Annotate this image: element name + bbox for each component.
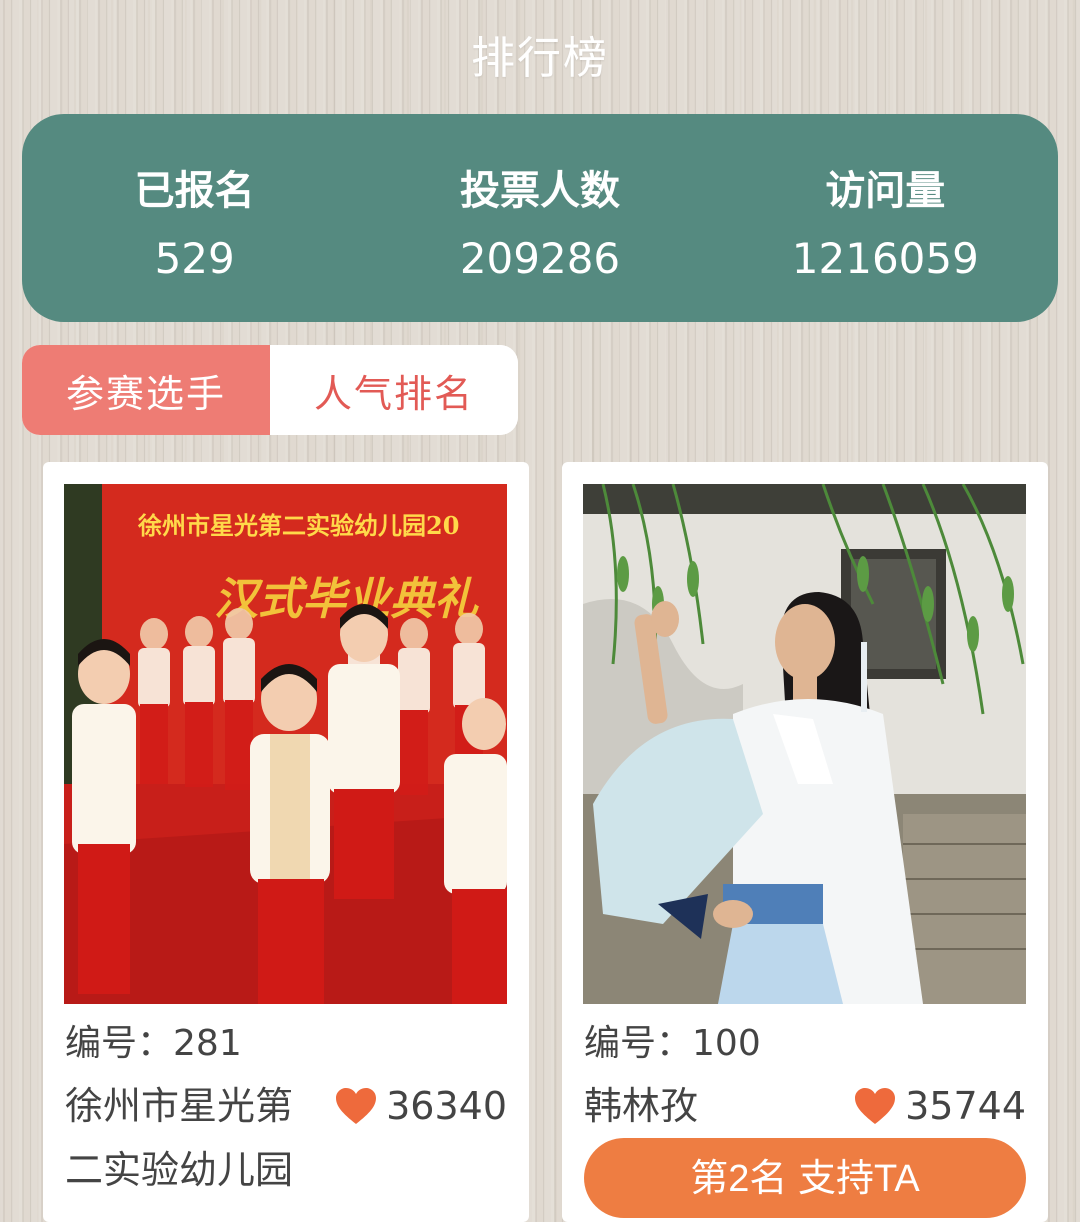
contestant-name: 徐州市星光第二实验幼儿园: [65, 1084, 294, 1192]
number-label: 编号：: [584, 1023, 693, 1064]
contestant-number: 编号：100: [584, 1014, 761, 1066]
contestant-card[interactable]: 编号：100 韩林孜 35744 第2名 支持TA: [562, 462, 1048, 1222]
contestant-photo[interactable]: 徐州市星光第二实验幼儿园20 汉式毕业典礼: [64, 484, 507, 1004]
number-label: 编号：: [65, 1023, 174, 1064]
tab-bar: 参赛选手 人气排名: [22, 345, 518, 435]
stat-label: 已报名: [134, 168, 255, 214]
page-title: 排行榜: [471, 33, 609, 84]
stat-value: 209286: [459, 234, 621, 283]
tab-contestants[interactable]: 参赛选手: [22, 345, 270, 435]
tab-popularity-ranking[interactable]: 人气排名: [270, 345, 518, 435]
heart-icon: [336, 1088, 377, 1124]
heart-icon: [855, 1088, 896, 1124]
kindergarten-ceremony-photo: 徐州市星光第二实验幼儿园20 汉式毕业典礼: [64, 484, 507, 1004]
vote-count[interactable]: 36340: [334, 1074, 507, 1138]
vote-count-value: 35744: [905, 1084, 1026, 1128]
stat-value: 529: [154, 234, 235, 283]
support-button[interactable]: 第2名 支持TA: [584, 1138, 1026, 1218]
stat-label: 访问量: [825, 168, 946, 214]
contestant-photo[interactable]: [583, 484, 1026, 1004]
photo-banner-text: 徐州市星光第二实验幼儿园20: [137, 511, 459, 540]
stat-registered: 已报名 529: [22, 114, 367, 322]
vote-count[interactable]: 35744: [853, 1074, 1026, 1138]
stat-visits: 访问量 1216059: [713, 114, 1058, 322]
number-value: 281: [173, 1023, 242, 1064]
number-value: 100: [692, 1023, 761, 1064]
stat-value: 1216059: [791, 234, 979, 283]
stat-voters: 投票人数 209286: [367, 114, 712, 322]
vote-count-value: 36340: [386, 1084, 507, 1128]
stats-panel: 已报名 529 投票人数 209286 访问量 1216059: [22, 114, 1058, 322]
stat-label: 投票人数: [459, 168, 620, 214]
hanfu-girl-photo: [583, 484, 1026, 1004]
contestant-number: 编号：281: [65, 1014, 242, 1066]
contestant-name: 韩林孜: [584, 1084, 699, 1128]
contestant-card[interactable]: 徐州市星光第二实验幼儿园20 汉式毕业典礼 编号：281 徐州市星光第二实验幼儿…: [43, 462, 529, 1222]
